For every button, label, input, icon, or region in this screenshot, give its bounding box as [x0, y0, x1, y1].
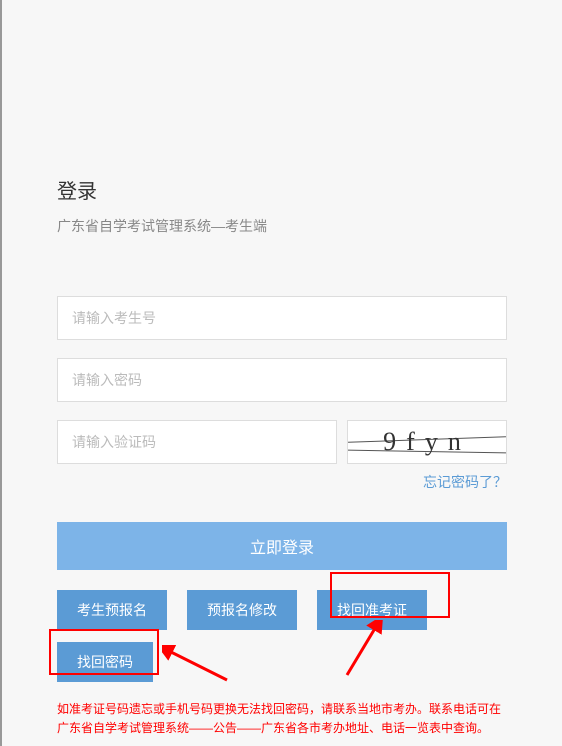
captcha-input[interactable] [57, 420, 337, 464]
login-panel: 登录 广东省自学考试管理系统—考生端 9fyn 忘记密码了？ 立即登录 考生预报… [2, 0, 562, 738]
modify-register-button[interactable]: 预报名修改 [187, 590, 297, 630]
pre-register-button[interactable]: 考生预报名 [57, 590, 167, 630]
button-row-2: 找回密码 [57, 642, 507, 682]
exam-id-wrap [57, 296, 507, 340]
help-note: 如准考证号码遗忘或手机号码更换无法找回密码，请联系当地市考办。联系电话可在广东省… [57, 700, 507, 738]
page-title: 登录 [57, 175, 507, 204]
password-input[interactable] [57, 358, 507, 402]
captcha-image[interactable]: 9fyn [347, 420, 507, 464]
page-subtitle: 广东省自学考试管理系统—考生端 [57, 216, 507, 236]
password-wrap [57, 358, 507, 402]
exam-id-input[interactable] [57, 296, 507, 340]
captcha-row: 9fyn [57, 420, 507, 464]
button-row-1: 考生预报名 预报名修改 找回准考证 [57, 590, 507, 630]
login-button[interactable]: 立即登录 [57, 522, 507, 570]
find-password-button[interactable]: 找回密码 [57, 642, 153, 682]
forgot-row: 忘记密码了？ [57, 472, 507, 492]
find-exam-cert-button[interactable]: 找回准考证 [317, 590, 427, 630]
forgot-password-link[interactable]: 忘记密码了？ [423, 474, 507, 490]
captcha-text: 9fyn [383, 427, 471, 457]
